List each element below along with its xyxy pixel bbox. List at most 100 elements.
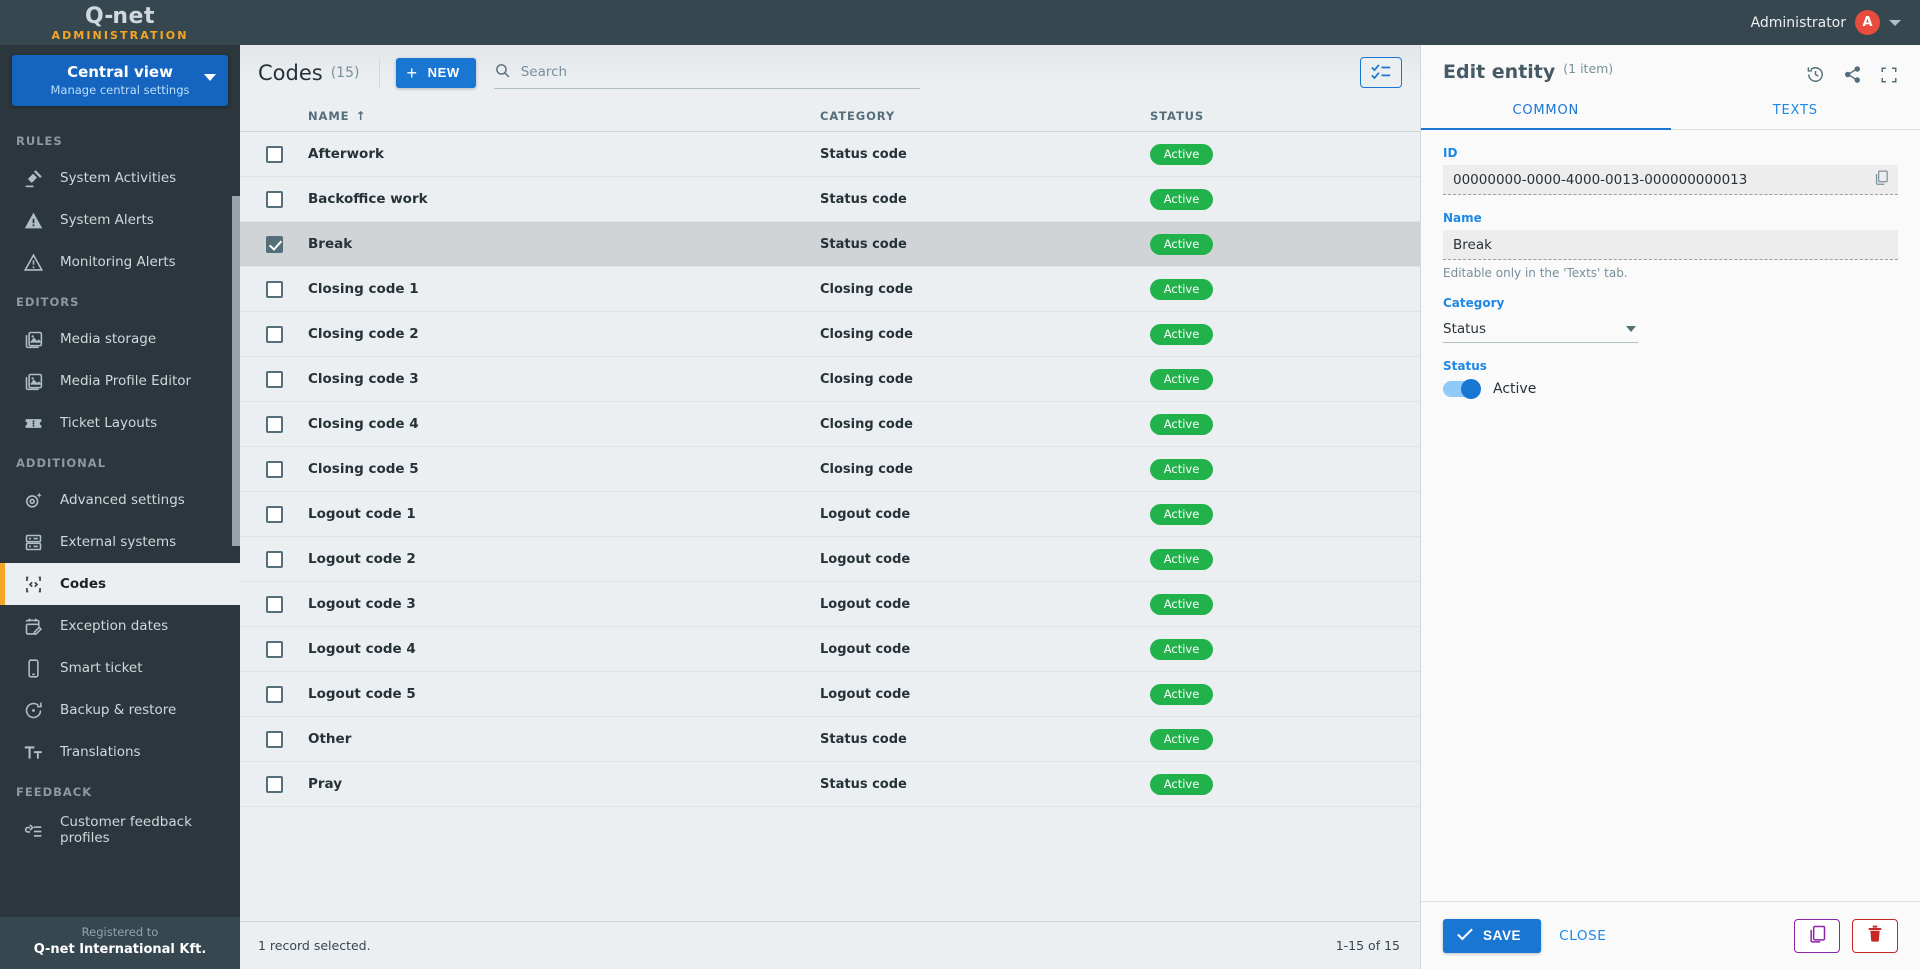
row-name: Closing code 3 [308, 371, 419, 387]
search-icon [494, 62, 511, 83]
table-row[interactable]: Closing code 1 Closing code Active [240, 267, 1420, 312]
sidebar-item-monitoring-alerts[interactable]: Monitoring Alerts [0, 241, 240, 283]
table-row[interactable]: Pray Status code Active [240, 762, 1420, 807]
row-checkbox[interactable] [266, 595, 283, 613]
tab-texts[interactable]: TEXTS [1670, 94, 1920, 130]
row-checkbox-cell[interactable] [258, 415, 308, 433]
sidebar-item-advanced-settings[interactable]: Advanced settings [0, 479, 240, 521]
status-badge: Active [1150, 368, 1213, 390]
row-checkbox-cell[interactable] [258, 640, 308, 658]
status-toggle-row: Active [1443, 379, 1898, 399]
row-checkbox-cell[interactable] [258, 190, 308, 208]
search-box[interactable] [493, 57, 920, 89]
row-checkbox-cell[interactable] [258, 595, 308, 613]
table-row[interactable]: Break Status code Active [240, 222, 1420, 267]
table-header-category[interactable]: CATEGORY [820, 109, 1150, 123]
row-checkbox[interactable] [266, 460, 283, 478]
sidebar-item-backup-restore[interactable]: Backup & restore [0, 689, 240, 731]
sidebar-item-media-storage[interactable]: Media storage [0, 318, 240, 360]
table-row[interactable]: Backoffice work Status code Active [240, 177, 1420, 222]
delete-button[interactable] [1852, 918, 1898, 953]
row-checkbox[interactable] [266, 415, 283, 433]
row-name: Other [308, 731, 352, 747]
table-row[interactable]: Closing code 3 Closing code Active [240, 357, 1420, 402]
row-category: Logout code [820, 686, 911, 702]
row-category: Closing code [820, 281, 913, 297]
row-checkbox[interactable] [266, 370, 283, 388]
sidebar-item-translations[interactable]: Translations [0, 731, 240, 773]
sidebar-item-external-systems[interactable]: External systems [0, 521, 240, 563]
user-menu[interactable]: Administrator A [1751, 10, 1920, 35]
row-checkbox-cell[interactable] [258, 370, 308, 388]
table-header-name[interactable]: NAME ↑ [308, 109, 820, 123]
sidebar-item-label: Monitoring Alerts [60, 254, 176, 270]
row-checkbox-cell[interactable] [258, 235, 308, 253]
table-row[interactable]: Afterwork Status code Active [240, 132, 1420, 177]
new-button[interactable]: + NEW [396, 57, 476, 88]
table-row[interactable]: Closing code 5 Closing code Active [240, 447, 1420, 492]
name-help-text: Editable only in the 'Texts' tab. [1443, 266, 1628, 280]
row-checkbox-cell[interactable] [258, 550, 308, 568]
table-row[interactable]: Closing code 2 Closing code Active [240, 312, 1420, 357]
sidebar-item-system-activities[interactable]: System Activities [0, 157, 240, 199]
duplicate-button[interactable] [1794, 918, 1840, 953]
row-checkbox-cell[interactable] [258, 685, 308, 703]
row-status-cell: Active [1150, 188, 1420, 210]
table-header-status[interactable]: STATUS [1150, 109, 1420, 123]
sidebar-item-customer-feedback-profiles[interactable]: Customer feedback profiles [0, 808, 240, 854]
row-checkbox[interactable] [266, 325, 283, 343]
row-checkbox-cell[interactable] [258, 145, 308, 163]
row-checkbox[interactable] [266, 775, 283, 793]
table-row[interactable]: Closing code 4 Closing code Active [240, 402, 1420, 447]
table-row[interactable]: Logout code 3 Logout code Active [240, 582, 1420, 627]
sidebar-nav: RULES System Activities System Alerts Monit… [0, 112, 240, 917]
sidebar-item-ticket-layouts[interactable]: Ticket Layouts [0, 402, 240, 444]
row-checkbox-cell[interactable] [258, 460, 308, 478]
sort-ascending-icon: ↑ [355, 108, 367, 123]
table-row[interactable]: Logout code 1 Logout code Active [240, 492, 1420, 537]
table-row[interactable]: Logout code 4 Logout code Active [240, 627, 1420, 672]
status-badge: Active [1150, 143, 1213, 165]
row-checkbox-cell[interactable] [258, 325, 308, 343]
table-row[interactable]: Logout code 2 Logout code Active [240, 537, 1420, 582]
sidebar-item-codes[interactable]: Codes [0, 563, 240, 605]
status-toggle[interactable] [1443, 379, 1481, 399]
history-icon[interactable] [1806, 65, 1825, 84]
row-checkbox[interactable] [266, 640, 283, 658]
search-input[interactable] [520, 57, 920, 87]
row-category: Status code [820, 776, 907, 792]
row-checkbox[interactable] [266, 145, 283, 163]
sidebar-item-label: Media storage [60, 331, 157, 347]
row-checkbox-cell[interactable] [258, 280, 308, 298]
row-checkbox[interactable] [266, 685, 283, 703]
sidebar-item-exception-dates[interactable]: Exception dates [0, 605, 240, 647]
copy-icon[interactable] [1873, 169, 1890, 190]
chevron-down-icon[interactable] [1889, 19, 1901, 26]
sidebar-item-system-alerts[interactable]: System Alerts [0, 199, 240, 241]
tab-common[interactable]: COMMON [1421, 94, 1671, 130]
row-checkbox[interactable] [266, 190, 283, 208]
close-button[interactable]: CLOSE [1559, 928, 1606, 944]
fullscreen-icon[interactable] [1880, 66, 1898, 84]
row-checkbox[interactable] [266, 280, 283, 298]
view-switcher-subtitle: Manage central settings [50, 83, 190, 97]
sidebar-item-label: Advanced settings [60, 492, 185, 508]
row-checkbox-cell[interactable] [258, 775, 308, 793]
table-row[interactable]: Other Status code Active [240, 717, 1420, 762]
sidebar-item-media-profile-editor[interactable]: Media Profile Editor [0, 360, 240, 402]
sidebar-item-smart-ticket[interactable]: Smart ticket [0, 647, 240, 689]
category-select[interactable]: Status [1443, 315, 1638, 343]
id-field: 00000000-0000-4000-0013-000000000013 [1443, 165, 1898, 195]
row-checkbox-cell[interactable] [258, 505, 308, 523]
row-checkbox[interactable] [266, 235, 283, 253]
check-icon [1457, 927, 1473, 944]
row-checkbox-cell[interactable] [258, 730, 308, 748]
table-row[interactable]: Logout code 5 Logout code Active [240, 672, 1420, 717]
row-checkbox[interactable] [266, 505, 283, 523]
share-icon[interactable] [1843, 65, 1862, 84]
row-checkbox[interactable] [266, 550, 283, 568]
row-checkbox[interactable] [266, 730, 283, 748]
save-button[interactable]: SAVE [1443, 918, 1542, 953]
select-mode-button[interactable] [1360, 57, 1402, 88]
view-switcher[interactable]: Central view Manage central settings [12, 55, 228, 106]
